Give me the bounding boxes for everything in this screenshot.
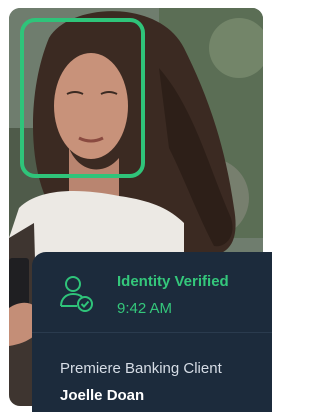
client-type: Premiere Banking Client: [60, 360, 222, 377]
verification-time: 9:42 AM: [117, 300, 173, 317]
card-divider: [32, 332, 272, 333]
user-check-icon: [60, 276, 93, 312]
verification-status: Identity Verified 9:42 AM: [32, 252, 272, 332]
identity-card: Identity Verified 9:42 AM Premiere Banki…: [32, 252, 272, 412]
client-name: Joelle Doan: [60, 387, 145, 404]
face-detection-frame: [20, 18, 145, 178]
verification-status-label: Identity Verified: [117, 273, 229, 290]
